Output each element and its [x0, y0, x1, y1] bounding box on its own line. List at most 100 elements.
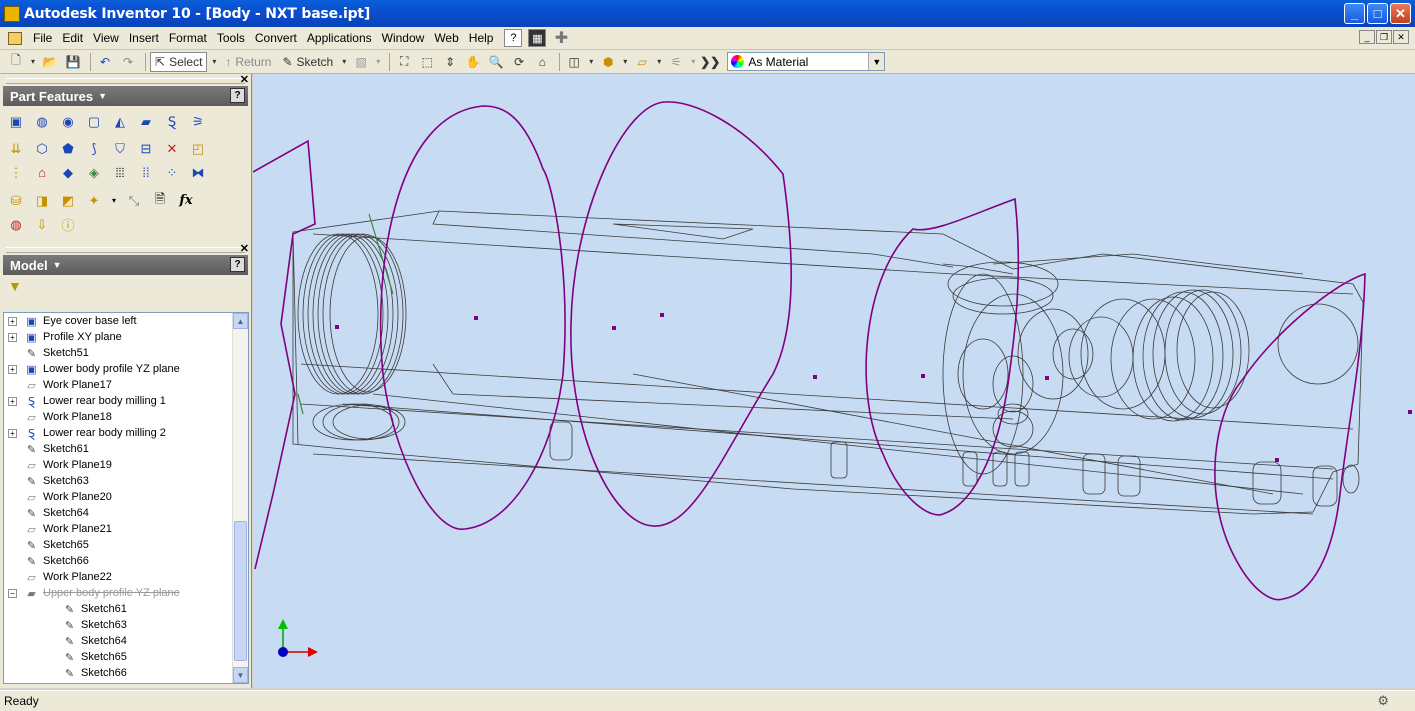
update-icon[interactable]: ▧	[351, 52, 371, 72]
menu-edit[interactable]: Edit	[57, 31, 88, 45]
menu-web[interactable]: Web	[429, 31, 463, 45]
coil-icon[interactable]: ⚞	[188, 113, 208, 131]
tree-item[interactable]: + ▣ Eye cover base left	[4, 313, 248, 329]
tree-item[interactable]: ▱ Work Plane17	[4, 377, 248, 393]
promote-icon[interactable]: ⤡	[124, 192, 144, 210]
sketch-dropdown-icon[interactable]: ▾	[340, 52, 348, 72]
inventor-app-icon[interactable]	[4, 5, 20, 22]
split-icon[interactable]: ⊟	[136, 140, 156, 158]
shaded-dropdown-icon[interactable]: ▾	[621, 52, 629, 72]
select-button[interactable]: ⇱ Select	[150, 51, 208, 72]
document-icon[interactable]	[8, 31, 22, 45]
thicken-icon[interactable]: ◈	[84, 164, 104, 182]
tree-item[interactable]: ✎ Sketch61	[4, 601, 248, 617]
tree-item[interactable]: + Ȿ Lower rear body milling 2	[4, 425, 248, 441]
return-button[interactable]: ↑ Return	[221, 52, 275, 72]
scroll-thumb[interactable]	[234, 521, 247, 661]
hole-icon[interactable]: ◉	[58, 113, 78, 131]
work-plane-tool-icon[interactable]: ⛁	[6, 192, 26, 210]
shell-icon[interactable]: ▢	[84, 113, 104, 131]
close-button[interactable]: ✕	[1390, 3, 1411, 24]
rectangular-pattern-icon[interactable]: ⁞⁞	[136, 164, 156, 182]
tree-item[interactable]: ▱ Work Plane20	[4, 489, 248, 505]
tree-item[interactable]: ✎ Sketch65	[4, 537, 248, 553]
tree-item[interactable]: ✎ Sketch61	[4, 441, 248, 457]
maximize-button[interactable]: □	[1367, 3, 1388, 24]
menu-help[interactable]: Help	[464, 31, 499, 45]
scroll-up-button[interactable]: ▲	[233, 313, 248, 329]
fillet-icon[interactable]: ⬡	[32, 140, 52, 158]
tree-item[interactable]: − ▰ Upper body profile YZ plane	[4, 585, 248, 601]
doc-close-button[interactable]: ✕	[1393, 30, 1409, 44]
tree-item[interactable]: ✎ Sketch63	[4, 617, 248, 633]
menu-convert[interactable]: Convert	[250, 31, 302, 45]
tree-scrollbar[interactable]: ▲ ▼	[232, 313, 248, 683]
look-at-icon[interactable]: ⌂	[532, 52, 552, 72]
menu-view[interactable]: View	[88, 31, 124, 45]
select-dropdown-icon[interactable]: ▾	[210, 52, 218, 72]
undo-icon[interactable]: ↶	[95, 52, 115, 72]
tree-item[interactable]: ✎ Sketch66	[4, 665, 248, 681]
material-dropdown-icon[interactable]: ▼	[868, 53, 885, 70]
mirror-icon[interactable]: ⧓	[188, 164, 208, 182]
work-point-icon[interactable]: ◩	[58, 192, 78, 210]
tree-item[interactable]: + Ȿ Lower rear body milling 1	[4, 393, 248, 409]
rib-icon[interactable]: ◭	[110, 113, 130, 131]
scroll-down-button[interactable]: ▼	[233, 667, 248, 683]
emboss-icon[interactable]: ⇊	[6, 140, 26, 158]
ground-dropdown-icon[interactable]: ▾	[655, 52, 663, 72]
expand-icon[interactable]: +	[8, 428, 17, 438]
help-topics-icon[interactable]: ?	[504, 29, 523, 47]
expand-icon[interactable]: +	[8, 396, 17, 406]
part-features-header[interactable]: Part Features ▼ ?	[3, 86, 248, 106]
copy-object-icon[interactable]: ◆	[58, 164, 78, 182]
ground-plane-icon[interactable]: ▱	[632, 52, 652, 72]
shaded-cube-icon[interactable]: ⬢	[598, 52, 618, 72]
tree-item[interactable]: + ▣ Profile XY plane	[4, 329, 248, 345]
tree-item[interactable]: ✎ Sketch64	[4, 633, 248, 649]
tree-item[interactable]: ✎ Sketch66	[4, 553, 248, 569]
tree-item[interactable]: ✎ Sketch65	[4, 649, 248, 665]
doc-minimize-button[interactable]: _	[1359, 30, 1375, 44]
sketch-button[interactable]: ✎ Sketch	[278, 52, 337, 72]
expand-icon[interactable]: +	[8, 364, 17, 374]
extrude-icon[interactable]: ▣	[6, 113, 26, 131]
panel-help-button[interactable]: ?	[230, 88, 245, 103]
expand-icon[interactable]: +	[8, 316, 17, 326]
zoom-selected-icon[interactable]: 🔍	[486, 52, 506, 72]
delete-face-icon[interactable]: ✕	[162, 140, 182, 158]
revolve-icon[interactable]: ◍	[32, 113, 52, 131]
tree-item[interactable]: ▱ Work Plane18	[4, 409, 248, 425]
stop-icon[interactable]: ◍	[6, 216, 26, 234]
panel-menu-arrow-icon[interactable]: ▼	[53, 260, 62, 270]
panel-close-icon[interactable]: ✕	[240, 242, 249, 255]
menu-insert[interactable]: Insert	[124, 31, 164, 45]
new-dropdown-icon[interactable]: ▾	[29, 52, 37, 72]
tree-item[interactable]: ✎ Sketch64	[4, 505, 248, 521]
create-ipart-icon[interactable]: 🗎	[150, 191, 170, 210]
menu-applications[interactable]: Applications	[302, 31, 377, 45]
tree-item[interactable]: ▱ Work Plane21	[4, 521, 248, 537]
bend-part-icon[interactable]: ⋮	[6, 164, 26, 182]
insert-icon[interactable]: ⇩	[32, 216, 52, 234]
analysis-dropdown-icon[interactable]: ▾	[689, 52, 697, 72]
tree-item[interactable]: + ▣ Lower body profile YZ plane	[4, 361, 248, 377]
info-icon[interactable]: ⓘ	[58, 216, 78, 234]
display-mode-dropdown-icon[interactable]: ▾	[587, 52, 595, 72]
tree-item[interactable]: ✎ Sketch51	[4, 345, 248, 361]
menu-format[interactable]: Format	[164, 31, 212, 45]
menu-file[interactable]: File	[28, 31, 57, 45]
zoom-window-icon[interactable]: ⬚	[417, 52, 437, 72]
rotate-icon[interactable]: ⟳	[509, 52, 529, 72]
panel-help-button[interactable]: ?	[230, 257, 245, 272]
analysis-icon[interactable]: ⚟	[666, 52, 686, 72]
new-file-icon[interactable]: 🗋	[6, 52, 26, 72]
panel-grip[interactable]: ✕	[6, 74, 249, 86]
save-icon[interactable]: 💾	[63, 52, 83, 72]
project-icon[interactable]: ❯❯	[700, 52, 720, 72]
menu-window[interactable]: Window	[377, 31, 430, 45]
update-dropdown-icon[interactable]: ▾	[374, 52, 382, 72]
expand-icon[interactable]: +	[8, 332, 17, 342]
zoom-icon[interactable]: ⇕	[440, 52, 460, 72]
browser-filter-icon[interactable]: ▼	[0, 275, 251, 297]
